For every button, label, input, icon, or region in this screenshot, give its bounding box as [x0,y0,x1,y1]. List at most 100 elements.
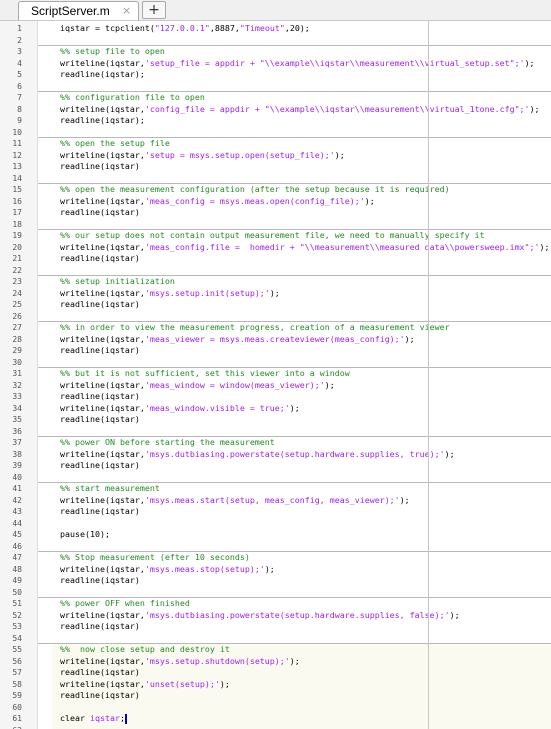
code-token: ); [524,57,535,68]
code-line[interactable]: 17 readline(iqstar) [0,207,551,219]
line-number: 57 [12,668,22,677]
code-line[interactable]: 49 readline(iqstar) [0,575,551,587]
code-text: readline(iqstar); [60,69,145,81]
code-line[interactable]: 7 %% configuration file to open [0,92,551,104]
code-line[interactable]: 24 writeline(iqstar,'msys.setup.init(setu… [0,288,551,300]
code-line[interactable]: 33 readline(iqstar) [0,391,551,403]
line-number: 23 [12,277,22,286]
code-line[interactable]: 34 writeline(iqstar,'meas_window.visible … [0,403,551,415]
code-line[interactable]: 51 %% power OFF when finished [0,598,551,610]
code-token: writeline(iqstar, [60,655,145,666]
code-text: writeline(iqstar,'setup_file = appdir + … [60,58,535,70]
code-editor[interactable]: 1 iqstar = tcpclient("127.0.0.1",8887,"Ti… [0,21,551,729]
line-number: 14 [12,173,22,183]
code-string: 'meas_config = msys.meas.open(config_fil… [144,195,365,206]
cell-divider [38,482,551,483]
code-text: readline(iqstar) [60,391,140,403]
code-text: writeline(iqstar,'meas_viewer = msys.mea… [60,334,415,346]
cell-divider [38,91,551,92]
code-line[interactable]: 41 %% start measurement [0,483,551,495]
code-token: writeline(iqstar, [60,494,145,505]
code-line[interactable]: 56 writeline(iqstar,'msys.setup.shutdown(… [0,656,551,668]
code-line[interactable]: 35 readline(iqstar) [0,414,551,426]
line-number: 41 [12,484,22,493]
line-number: 48 [12,564,22,574]
line-number: 45 [12,530,22,539]
line-number: 7 [17,93,22,102]
code-line[interactable]: 39 readline(iqstar) [0,460,551,472]
code-line[interactable]: 58 writeline(iqstar,'unset(setup);'); [0,679,551,691]
code-comment: %% setup file to open [60,46,165,56]
line-number: 10 [12,127,22,137]
code-line[interactable]: 1 iqstar = tcpclient("127.0.0.1",8887,"Ti… [0,23,551,35]
tab-label: ScriptServer.m [31,4,110,18]
code-line[interactable]: 57 readline(iqstar) [0,667,551,679]
code-line[interactable]: 27 %% in order to view the measurement pr… [0,322,551,334]
line-number: 36 [12,426,22,436]
code-string: 'meas_window = window(meas_viewer);' [144,379,325,390]
add-tab-button[interactable]: + [142,1,166,19]
code-token: ); [264,563,275,574]
code-token: readline(iqstar) [60,667,140,677]
code-line[interactable]: 55 %% now close setup and destroy it [0,644,551,656]
code-string: 'config_file = appdir + "\\example\\iqst… [144,103,530,114]
code-line[interactable]: 29 readline(iqstar) [0,345,551,357]
code-line[interactable]: 47 %% Stop measurement (efter 10 seconds) [0,552,551,564]
tab-scriptserver[interactable]: ScriptServer.m × [18,1,139,20]
code-line[interactable]: 62 [0,725,551,729]
code-line[interactable]: 12 writeline(iqstar,'setup = msys.setup.o… [0,150,551,162]
code-line[interactable]: 11 %% open the setup file [0,138,551,150]
code-line[interactable]: 32 writeline(iqstar,'meas_window = window… [0,380,551,392]
code-line[interactable]: 45 pause(10); [0,529,551,541]
code-line[interactable]: 48 writeline(iqstar,'msys.meas.stop(setup… [0,564,551,576]
code-text: %% in order to view the measurement prog… [60,322,450,334]
code-line[interactable]: 4 writeline(iqstar,'setup_file = appdir +… [0,58,551,70]
code-line[interactable]: 28 writeline(iqstar,'meas_viewer = msys.m… [0,334,551,346]
code-line[interactable]: 37 %% power ON before starting the measur… [0,437,551,449]
cell-divider [38,551,551,552]
editor-tab-bar: ScriptServer.m × + [0,0,551,21]
code-token: writeline(iqstar, [60,103,145,114]
code-line[interactable]: 8 writeline(iqstar,'config_file = appdir … [0,104,551,116]
code-line[interactable]: 42 writeline(iqstar,'msys.meas.start(setu… [0,495,551,507]
code-line[interactable]: 3 %% setup file to open [0,46,551,58]
code-line[interactable]: 53 readline(iqstar) [0,621,551,633]
code-string: 'setup_file = appdir + "\\example\\iqsta… [144,57,525,68]
code-line[interactable]: 15 %% open the measurement configuration … [0,184,551,196]
code-text: readline(iqstar) [60,460,140,472]
code-line[interactable]: 61 clear iqstar; [0,713,551,725]
code-line[interactable]: 16 writeline(iqstar,'meas_config = msys.m… [0,196,551,208]
code-line[interactable]: 43 readline(iqstar) [0,506,551,518]
code-text: readline(iqstar) [60,690,140,702]
code-line[interactable]: 23 %% setup initialization [0,276,551,288]
code-text: iqstar = tcpclient("127.0.0.1",8887,"Tim… [60,23,310,35]
code-line[interactable]: 38 writeline(iqstar,'msys.dutbiasing.powe… [0,449,551,461]
line-number: 33 [12,392,22,401]
code-line[interactable]: 59 readline(iqstar) [0,690,551,702]
code-line[interactable]: 25 readline(iqstar) [0,299,551,311]
code-token: ); [404,333,415,344]
code-token: readline(iqstar) [60,161,140,171]
code-line[interactable]: 21 readline(iqstar) [0,253,551,265]
code-token: writeline(iqstar, [60,563,145,574]
code-line[interactable]: 19 %% our setup does not contain output m… [0,230,551,242]
close-icon[interactable]: × [122,4,131,17]
line-number: 34 [12,403,22,413]
line-number: 39 [12,461,22,470]
code-line[interactable]: 20 writeline(iqstar,'meas_config.file = h… [0,242,551,254]
code-line[interactable]: 60 [0,702,551,714]
code-token: readline(iqstar) [60,575,140,585]
code-string: 'msys.dutbiasing.powerstate(setup.hardwa… [144,609,450,620]
code-line[interactable]: 5 readline(iqstar); [0,69,551,81]
code-line[interactable]: 31 %% but it is not sufficient, set this … [0,368,551,380]
code-comment: %% our setup does not contain output mea… [60,230,485,240]
code-text: %% our setup does not contain output mea… [60,230,485,242]
code-comment: %% configuration file to open [60,92,205,102]
code-line[interactable]: 52 writeline(iqstar,'msys.dutbiasing.powe… [0,610,551,622]
code-text: writeline(iqstar,'meas_window.visible = … [60,403,300,415]
code-line[interactable]: 9 readline(iqstar); [0,115,551,127]
code-line[interactable]: 13 readline(iqstar) [0,161,551,173]
code-token: readline(iqstar) [60,345,140,355]
code-comment: %% Stop measurement (efter 10 seconds) [60,552,250,562]
code-line[interactable]: 44 [0,518,551,530]
